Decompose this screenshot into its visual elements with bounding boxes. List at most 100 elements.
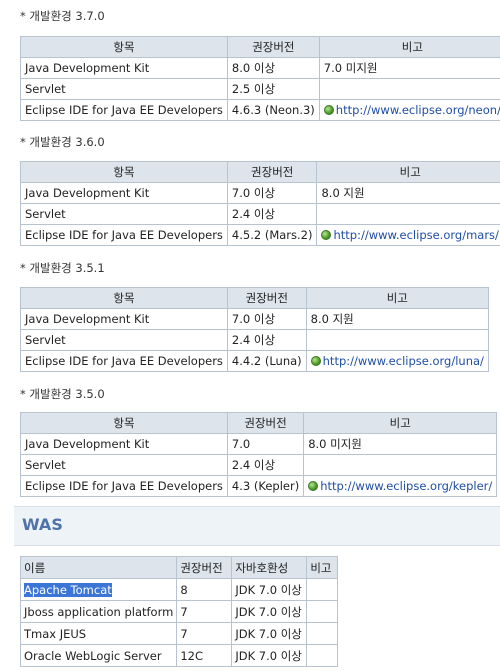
table-row: Eclipse IDE for Java EE Developers 4.4.2…	[20, 350, 489, 372]
header-item: 항목	[20, 161, 228, 183]
globe-icon	[308, 481, 319, 491]
version-cell: 7.0 이상	[226, 308, 307, 330]
table-row: Java Development Kit 7.0 이상 8.0 지원	[20, 182, 500, 204]
header-version: 권장버전	[226, 161, 318, 183]
header-item: 항목	[20, 412, 228, 434]
version-cell: 7	[176, 600, 233, 623]
table-row: Servlet 2.4 이상	[20, 329, 489, 351]
version-cell: 4.6.3 (Neon.3)	[226, 99, 320, 121]
version-cell: 7.0 이상	[226, 182, 318, 204]
selected-text[interactable]: Apache Tomcat	[24, 582, 112, 597]
note-cell	[306, 600, 339, 623]
header-note: 비고	[306, 556, 339, 579]
version-cell: 8.0 이상	[226, 57, 320, 79]
note-cell	[306, 644, 339, 667]
table-row: Jboss application platform 7 JDK 7.0 이상	[19, 600, 339, 623]
env-title-351: * 개발환경 3.5.1	[20, 261, 105, 275]
table-row: Eclipse IDE for Java EE Developers 4.5.2…	[20, 224, 500, 246]
version-cell: 7.0	[226, 433, 305, 455]
note-cell	[303, 454, 498, 476]
table-row: Java Development Kit 7.0 이상 8.0 지원	[20, 308, 489, 330]
item-cell: Java Development Kit	[20, 433, 228, 455]
version-cell: 4.4.2 (Luna)	[226, 350, 307, 372]
was-heading: WAS	[22, 515, 63, 534]
env-table-351: 항목 권장버전 비고 Java Development Kit 7.0 이상 8…	[20, 287, 489, 372]
version-cell: 7	[176, 622, 233, 645]
name-cell: Oracle WebLogic Server	[19, 644, 178, 667]
note-cell	[318, 78, 500, 100]
table-row: Java Development Kit 7.0 8.0 미지원	[20, 433, 498, 455]
item-cell: Java Development Kit	[20, 308, 228, 330]
note-cell: 8.0 지원	[305, 308, 489, 330]
env-table-360: 항목 권장버전 비고 Java Development Kit 7.0 이상 8…	[20, 161, 500, 246]
item-cell: Eclipse IDE for Java EE Developers	[20, 475, 228, 497]
note-cell: http://www.eclipse.org/luna/	[305, 350, 489, 372]
was-section-header: WAS	[14, 506, 500, 546]
header-item: 항목	[20, 36, 228, 58]
item-cell: Eclipse IDE for Java EE Developers	[20, 224, 228, 246]
table-row: Servlet 2.4 이상	[20, 203, 500, 225]
globe-icon	[321, 230, 332, 240]
note-cell: http://www.eclipse.org/neon/	[318, 99, 500, 121]
table-row: Eclipse IDE for Java EE Developers 4.3 (…	[20, 475, 498, 497]
table-row: Eclipse IDE for Java EE Developers 4.6.3…	[20, 99, 500, 121]
version-cell: 2.4 이상	[226, 203, 318, 225]
eclipse-link[interactable]: http://www.eclipse.org/neon/	[336, 103, 500, 117]
version-cell: 4.3 (Kepler)	[226, 475, 305, 497]
item-cell: Servlet	[20, 203, 228, 225]
java-cell: JDK 7.0 이상	[231, 600, 308, 623]
java-cell: JDK 7.0 이상	[231, 622, 308, 645]
item-cell: Eclipse IDE for Java EE Developers	[20, 99, 228, 121]
version-cell: 12C	[176, 644, 233, 667]
was-table: 이름 권장버전 자바호환성 비고 Apache Tomcat 8 JDK 7.0…	[19, 556, 339, 667]
header-version: 권장버전	[226, 36, 320, 58]
note-cell: 8.0 지원	[316, 182, 500, 204]
header-note: 비고	[316, 161, 500, 183]
header-java: 자바호환성	[231, 556, 308, 579]
item-cell: Java Development Kit	[20, 182, 228, 204]
eclipse-link[interactable]: http://www.eclipse.org/luna/	[323, 354, 484, 368]
version-cell: 2.4 이상	[226, 329, 307, 351]
note-cell	[316, 203, 500, 225]
table-row: Oracle WebLogic Server 12C JDK 7.0 이상	[19, 644, 339, 667]
name-cell: Apache Tomcat	[19, 578, 178, 601]
item-cell: Servlet	[20, 329, 228, 351]
item-cell: Java Development Kit	[20, 57, 228, 79]
header-version: 권장버전	[176, 556, 233, 579]
version-cell: 8	[176, 578, 233, 601]
eclipse-link[interactable]: http://www.eclipse.org/mars/	[333, 228, 498, 242]
note-cell	[306, 622, 339, 645]
name-cell: Jboss application platform	[19, 600, 178, 623]
java-cell: JDK 7.0 이상	[231, 578, 308, 601]
header-version: 권장버전	[226, 412, 305, 434]
env-title-370: * 개발환경 3.7.0	[20, 9, 105, 23]
header-version: 권장버전	[226, 287, 307, 309]
note-cell	[305, 329, 489, 351]
item-cell: Servlet	[20, 78, 228, 100]
version-cell: 2.4 이상	[226, 454, 305, 476]
item-cell: Eclipse IDE for Java EE Developers	[20, 350, 228, 372]
header-item: 항목	[20, 287, 228, 309]
header-note: 비고	[318, 36, 500, 58]
table-row: Java Development Kit 8.0 이상 7.0 미지원	[20, 57, 500, 79]
header-name: 이름	[19, 556, 178, 579]
table-row: Tmax JEUS 7 JDK 7.0 이상	[19, 622, 339, 645]
item-cell: Servlet	[20, 454, 228, 476]
eclipse-link[interactable]: http://www.eclipse.org/kepler/	[320, 479, 492, 493]
header-note: 비고	[305, 287, 489, 309]
version-cell: 2.5 이상	[226, 78, 320, 100]
globe-icon	[310, 356, 321, 366]
globe-icon	[323, 105, 334, 115]
env-table-370: 항목 권장버전 비고 Java Development Kit 8.0 이상 7…	[20, 36, 500, 121]
name-cell: Tmax JEUS	[19, 622, 178, 645]
note-cell: 8.0 미지원	[303, 433, 498, 455]
note-cell	[306, 578, 339, 601]
env-title-350: * 개발환경 3.5.0	[20, 387, 105, 401]
java-cell: JDK 7.0 이상	[231, 644, 308, 667]
table-row: Apache Tomcat 8 JDK 7.0 이상	[19, 578, 339, 601]
note-cell: http://www.eclipse.org/kepler/	[303, 475, 498, 497]
env-title-360: * 개발환경 3.6.0	[20, 135, 105, 149]
header-note: 비고	[303, 412, 498, 434]
env-table-350: 항목 권장버전 비고 Java Development Kit 7.0 8.0 …	[20, 412, 498, 497]
note-cell: http://www.eclipse.org/mars/	[316, 224, 500, 246]
